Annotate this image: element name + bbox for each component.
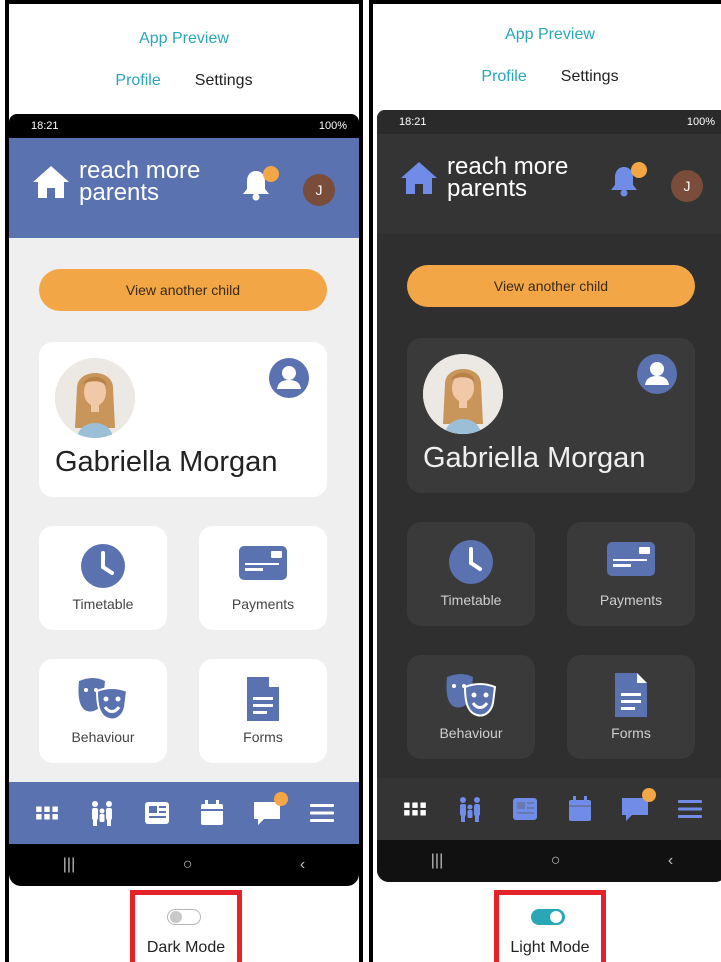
- app-header: reach more parents J: [9, 138, 359, 238]
- status-bar: 18:21 100%: [9, 114, 359, 138]
- tile-label: Forms: [243, 729, 283, 745]
- apps-icon[interactable]: [398, 792, 432, 826]
- app-preview-title: App Preview: [505, 26, 595, 43]
- tile-forms[interactable]: Forms: [567, 655, 695, 759]
- calendar-icon[interactable]: [195, 796, 229, 830]
- logo: reach more parents: [31, 159, 200, 206]
- tile-label: Timetable: [440, 592, 502, 608]
- tab-settings[interactable]: Settings: [561, 68, 619, 86]
- phone-screen: 18:21 100% reach more parents J View ano…: [377, 110, 721, 882]
- avatar[interactable]: J: [671, 170, 703, 202]
- notification-dot: [631, 162, 647, 178]
- tile-payments[interactable]: Payments: [567, 522, 695, 626]
- mode-toggle-highlight: Dark Mode: [130, 890, 242, 962]
- back-icon[interactable]: ‹: [668, 852, 673, 870]
- view-another-child-button[interactable]: View another child: [39, 269, 327, 311]
- menu-icon[interactable]: [305, 796, 339, 830]
- system-nav-bar: ||| ○ ‹: [377, 840, 721, 882]
- home-button-icon[interactable]: ○: [183, 856, 193, 874]
- tile-label: Timetable: [72, 596, 134, 612]
- tile-behaviour[interactable]: Behaviour: [39, 659, 167, 763]
- home-button-icon[interactable]: ○: [551, 852, 561, 870]
- family-icon[interactable]: [453, 792, 487, 826]
- status-bar: 18:21 100%: [377, 110, 721, 134]
- status-battery: 100%: [686, 116, 715, 128]
- bottom-nav: [9, 782, 359, 844]
- preview-panel-light: App Preview Profile Settings 18:21 100% …: [5, 0, 363, 962]
- chat-notification-dot: [273, 792, 288, 806]
- logo: reach more parents: [399, 155, 568, 202]
- tab-settings[interactable]: Settings: [195, 72, 253, 90]
- card-icon: [605, 538, 657, 578]
- masks-icon: [75, 675, 131, 721]
- document-icon: [243, 675, 283, 723]
- chat-notification-dot: [641, 788, 656, 802]
- newspaper-icon[interactable]: [140, 796, 174, 830]
- tile-forms[interactable]: Forms: [199, 659, 327, 763]
- recents-icon[interactable]: |||: [63, 856, 75, 874]
- logo-line2: parents: [79, 179, 160, 206]
- child-photo: [423, 354, 503, 434]
- bottom-nav: [377, 778, 721, 840]
- clock-icon: [447, 538, 495, 586]
- tab-profile[interactable]: Profile: [481, 68, 526, 86]
- card-icon: [237, 542, 289, 582]
- mode-toggle-highlight: Light Mode: [494, 890, 606, 962]
- tile-label: Payments: [231, 596, 295, 612]
- tile-timetable[interactable]: Timetable: [407, 522, 535, 626]
- mode-label: Dark Mode: [146, 939, 226, 956]
- chat-icon[interactable]: [250, 792, 288, 830]
- tile-timetable[interactable]: Timetable: [39, 526, 167, 630]
- tile-label: Behaviour: [439, 725, 503, 741]
- app-header: reach more parents J: [377, 134, 721, 234]
- status-time: 18:21: [31, 120, 59, 132]
- document-icon: [611, 671, 651, 719]
- app-preview-title: App Preview: [139, 30, 229, 47]
- status-battery: 100%: [318, 120, 347, 132]
- chat-icon[interactable]: [618, 788, 656, 826]
- person-icon[interactable]: [637, 354, 677, 394]
- back-icon[interactable]: ‹: [300, 856, 305, 874]
- tile-label: Behaviour: [71, 729, 135, 745]
- preview-tabs: Profile Settings: [373, 68, 721, 86]
- tile-behaviour[interactable]: Behaviour: [407, 655, 535, 759]
- child-name: Gabriella Morgan: [423, 442, 646, 474]
- tile-label: Forms: [611, 725, 651, 741]
- avatar[interactable]: J: [303, 174, 335, 206]
- masks-icon: [443, 671, 499, 717]
- system-nav-bar: ||| ○ ‹: [9, 844, 359, 886]
- child-name: Gabriella Morgan: [55, 446, 278, 478]
- profile-card: Gabriella Morgan: [39, 342, 327, 497]
- view-another-child-button[interactable]: View another child: [407, 265, 695, 307]
- home-icon[interactable]: [399, 160, 439, 196]
- tile-label: Payments: [599, 592, 663, 608]
- light-mode-toggle[interactable]: [531, 909, 565, 925]
- family-icon[interactable]: [85, 796, 119, 830]
- clock-icon: [79, 542, 127, 590]
- logo-line2: parents: [447, 175, 528, 202]
- preview-tabs: Profile Settings: [9, 72, 359, 90]
- newspaper-icon[interactable]: [508, 792, 542, 826]
- recents-icon[interactable]: |||: [431, 852, 443, 870]
- phone-screen: 18:21 100% reach more parents J View ano…: [9, 114, 359, 886]
- menu-icon[interactable]: [673, 792, 707, 826]
- child-photo: [55, 358, 135, 438]
- notification-dot: [263, 166, 279, 182]
- apps-icon[interactable]: [30, 796, 64, 830]
- home-icon[interactable]: [31, 164, 71, 200]
- tab-profile[interactable]: Profile: [115, 72, 160, 90]
- profile-card: Gabriella Morgan: [407, 338, 695, 493]
- preview-panel-dark: App Preview Profile Settings 18:21 100% …: [369, 0, 721, 962]
- mode-label: Light Mode: [510, 939, 590, 956]
- tile-payments[interactable]: Payments: [199, 526, 327, 630]
- person-icon[interactable]: [269, 358, 309, 398]
- calendar-icon[interactable]: [563, 792, 597, 826]
- status-time: 18:21: [399, 116, 427, 128]
- dark-mode-toggle[interactable]: [167, 909, 201, 925]
